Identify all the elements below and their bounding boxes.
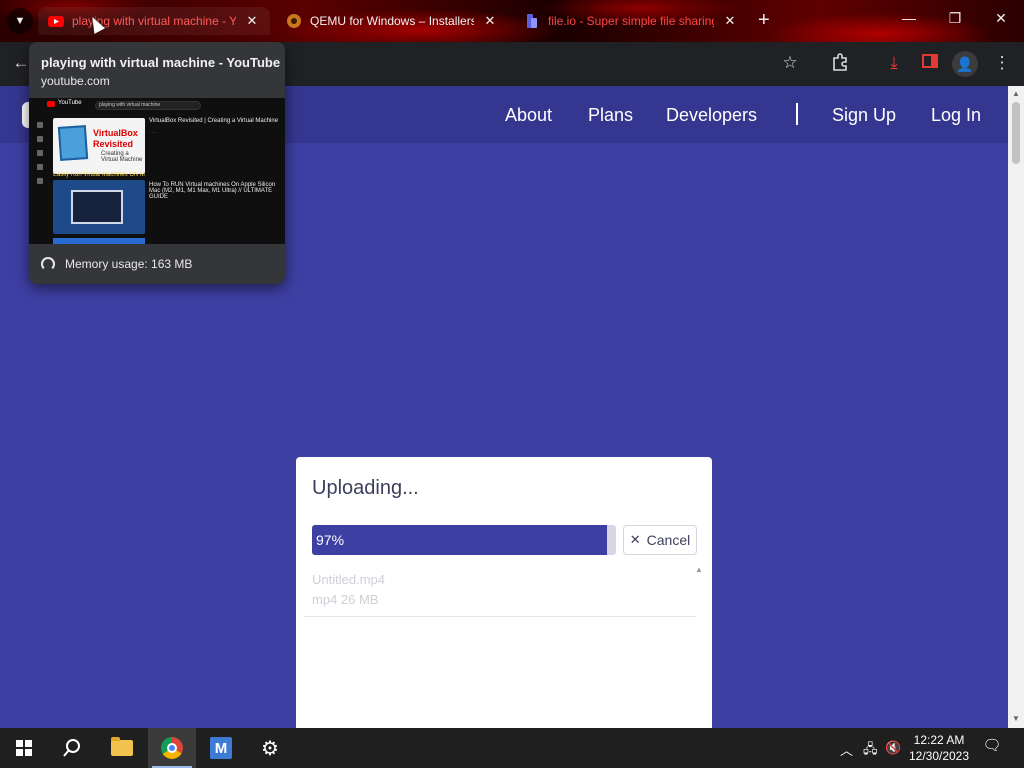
file-meta: mp4 26 MB — [312, 592, 379, 607]
qemu-favicon-icon — [287, 14, 301, 28]
minimize-icon[interactable]: — — [894, 10, 924, 26]
tab-search-button[interactable]: ▼ — [7, 8, 33, 34]
progress-label: 97% — [316, 532, 345, 548]
nav-signup-link[interactable]: Sign Up — [832, 105, 896, 126]
windows-logo-icon — [16, 740, 32, 756]
close-icon: ✕ — [629, 532, 641, 547]
notification-icon[interactable]: 🗨 — [980, 736, 1004, 760]
nav-plans-link[interactable]: Plans — [588, 105, 633, 126]
tab-hover-card: playing with virtual machine - YouTube y… — [29, 42, 285, 284]
laptop-icon — [71, 190, 123, 224]
app-m-taskbar-button[interactable]: M — [197, 728, 245, 768]
list-scroll-up-icon[interactable]: ▲ — [694, 565, 704, 728]
chrome-taskbar-button[interactable] — [148, 728, 196, 768]
network-icon[interactable]: 🖧 — [863, 740, 878, 762]
window-close-icon[interactable]: ✕ — [986, 10, 1016, 27]
preview-logo-text: YouTube — [58, 100, 82, 106]
tray-chevron-up-icon[interactable]: ︿ — [840, 740, 853, 759]
preview-video-title: VirtualBox Revisited | Creating a Virtua… — [149, 118, 279, 124]
youtube-favicon-icon — [48, 16, 64, 27]
hover-card-domain: youtube.com — [41, 74, 110, 88]
file-name: Untitled.mp4 — [312, 572, 385, 587]
preview-sidebar — [33, 116, 47, 242]
list-item: Untitled.mp4 mp4 26 MB — [304, 566, 696, 617]
close-icon[interactable]: ✕ — [244, 13, 260, 29]
hover-card-title: playing with virtual machine - YouTube — [41, 55, 281, 70]
volume-muted-icon[interactable]: 🔇 — [885, 740, 901, 756]
fileio-favicon-icon — [527, 14, 537, 28]
browser-tab-strip: ▼ playing with virtual machine - YouTube… — [0, 0, 1024, 42]
tab-title: QEMU for Windows – Installers — [310, 14, 474, 28]
memory-gauge-icon — [41, 257, 55, 271]
cancel-label: Cancel — [646, 532, 691, 548]
start-button[interactable] — [0, 728, 48, 768]
clock-time: 12:22 AM — [913, 733, 965, 747]
nav-divider — [796, 103, 798, 125]
profile-avatar-icon[interactable]: 👤 — [952, 51, 978, 77]
chevron-down-icon: ▼ — [14, 15, 26, 27]
progress-fill — [312, 525, 607, 555]
preview-video-title: How To RUN Virtual machines On Apple Sil… — [149, 182, 276, 200]
nav-login-link[interactable]: Log In — [931, 105, 981, 126]
bookmark-star-icon[interactable]: ☆ — [779, 53, 801, 73]
hover-card-footer: Memory usage: 163 MB — [29, 244, 285, 284]
file-explorer-button[interactable] — [98, 728, 146, 768]
page-scrollbar[interactable]: ▲ ▼ — [1008, 86, 1024, 728]
tab-title: file.io - Super simple file sharing — [548, 14, 714, 28]
tab-preview-thumbnail: YouTube playing with virtual machine Vir… — [29, 98, 285, 244]
scrollbar-thumb[interactable] — [1012, 102, 1020, 164]
thumb-text: VirtualBox — [93, 128, 138, 138]
cancel-button[interactable]: ✕ Cancel — [623, 525, 697, 555]
search-icon — [63, 739, 80, 757]
system-clock[interactable]: 12:22 AM 12/30/2023 — [904, 732, 974, 764]
tab-fileio[interactable]: file.io - Super simple file sharing ✕ — [514, 7, 748, 35]
upload-dialog: Uploading... 97% ✕ Cancel Untitled.mp4 m… — [296, 457, 712, 728]
kebab-menu-icon[interactable]: ⋮ — [991, 53, 1013, 73]
download-icon[interactable]: ⤓ — [883, 53, 905, 73]
memory-usage-text: Memory usage: 163 MB — [65, 257, 193, 271]
virtualbox-logo-icon — [57, 125, 89, 161]
search-button[interactable] — [48, 728, 96, 768]
m-app-icon: M — [210, 737, 232, 759]
thumb-text: Revisited — [93, 139, 134, 149]
gear-icon: ⚙ — [261, 737, 279, 760]
upload-file-list[interactable]: Untitled.mp4 mp4 26 MB — [304, 565, 696, 728]
scroll-down-icon[interactable]: ▼ — [1008, 714, 1024, 723]
extensions-puzzle-icon[interactable] — [829, 53, 851, 76]
tab-qemu[interactable]: QEMU for Windows – Installers ✕ — [276, 7, 508, 35]
preview-video-thumbnail: VirtualBox Revisited Creating a Virtual … — [53, 118, 145, 174]
youtube-logo-icon — [47, 101, 55, 107]
preview-video-caption: Easily Run Virtual Machines ON M1 / M2 M… — [53, 172, 145, 178]
restore-icon[interactable]: ❐ — [940, 10, 970, 27]
tab-youtube[interactable]: playing with virtual machine - YouTube ✕ — [38, 7, 270, 35]
chrome-icon — [161, 737, 183, 759]
thumb-text: Creating a Virtual Machine — [101, 151, 143, 163]
upload-progress-bar: 97% — [312, 525, 616, 555]
upload-title: Uploading... — [312, 477, 419, 499]
preview-video-meta: · · · — [149, 130, 157, 136]
windows-taskbar: M ⚙ ︿ 🖧 🔇 12:22 AM 12/30/2023 🗨 — [0, 728, 1024, 768]
settings-taskbar-button[interactable]: ⚙ — [246, 728, 294, 768]
close-icon[interactable]: ✕ — [722, 13, 738, 29]
preview-search-box: playing with virtual machine — [95, 101, 201, 110]
close-icon[interactable]: ✕ — [482, 13, 498, 29]
new-tab-plus-icon[interactable]: + — [758, 9, 770, 32]
nav-about-link[interactable]: About — [505, 105, 552, 126]
preview-youtube-header: YouTube playing with virtual machine — [29, 98, 285, 112]
nav-developers-link[interactable]: Developers — [666, 105, 757, 126]
side-panel-icon[interactable] — [919, 53, 941, 74]
clock-date: 12/30/2023 — [908, 749, 970, 763]
preview-video-thumbnail — [53, 180, 145, 234]
scroll-up-icon[interactable]: ▲ — [1008, 89, 1024, 98]
folder-icon — [111, 737, 133, 756]
